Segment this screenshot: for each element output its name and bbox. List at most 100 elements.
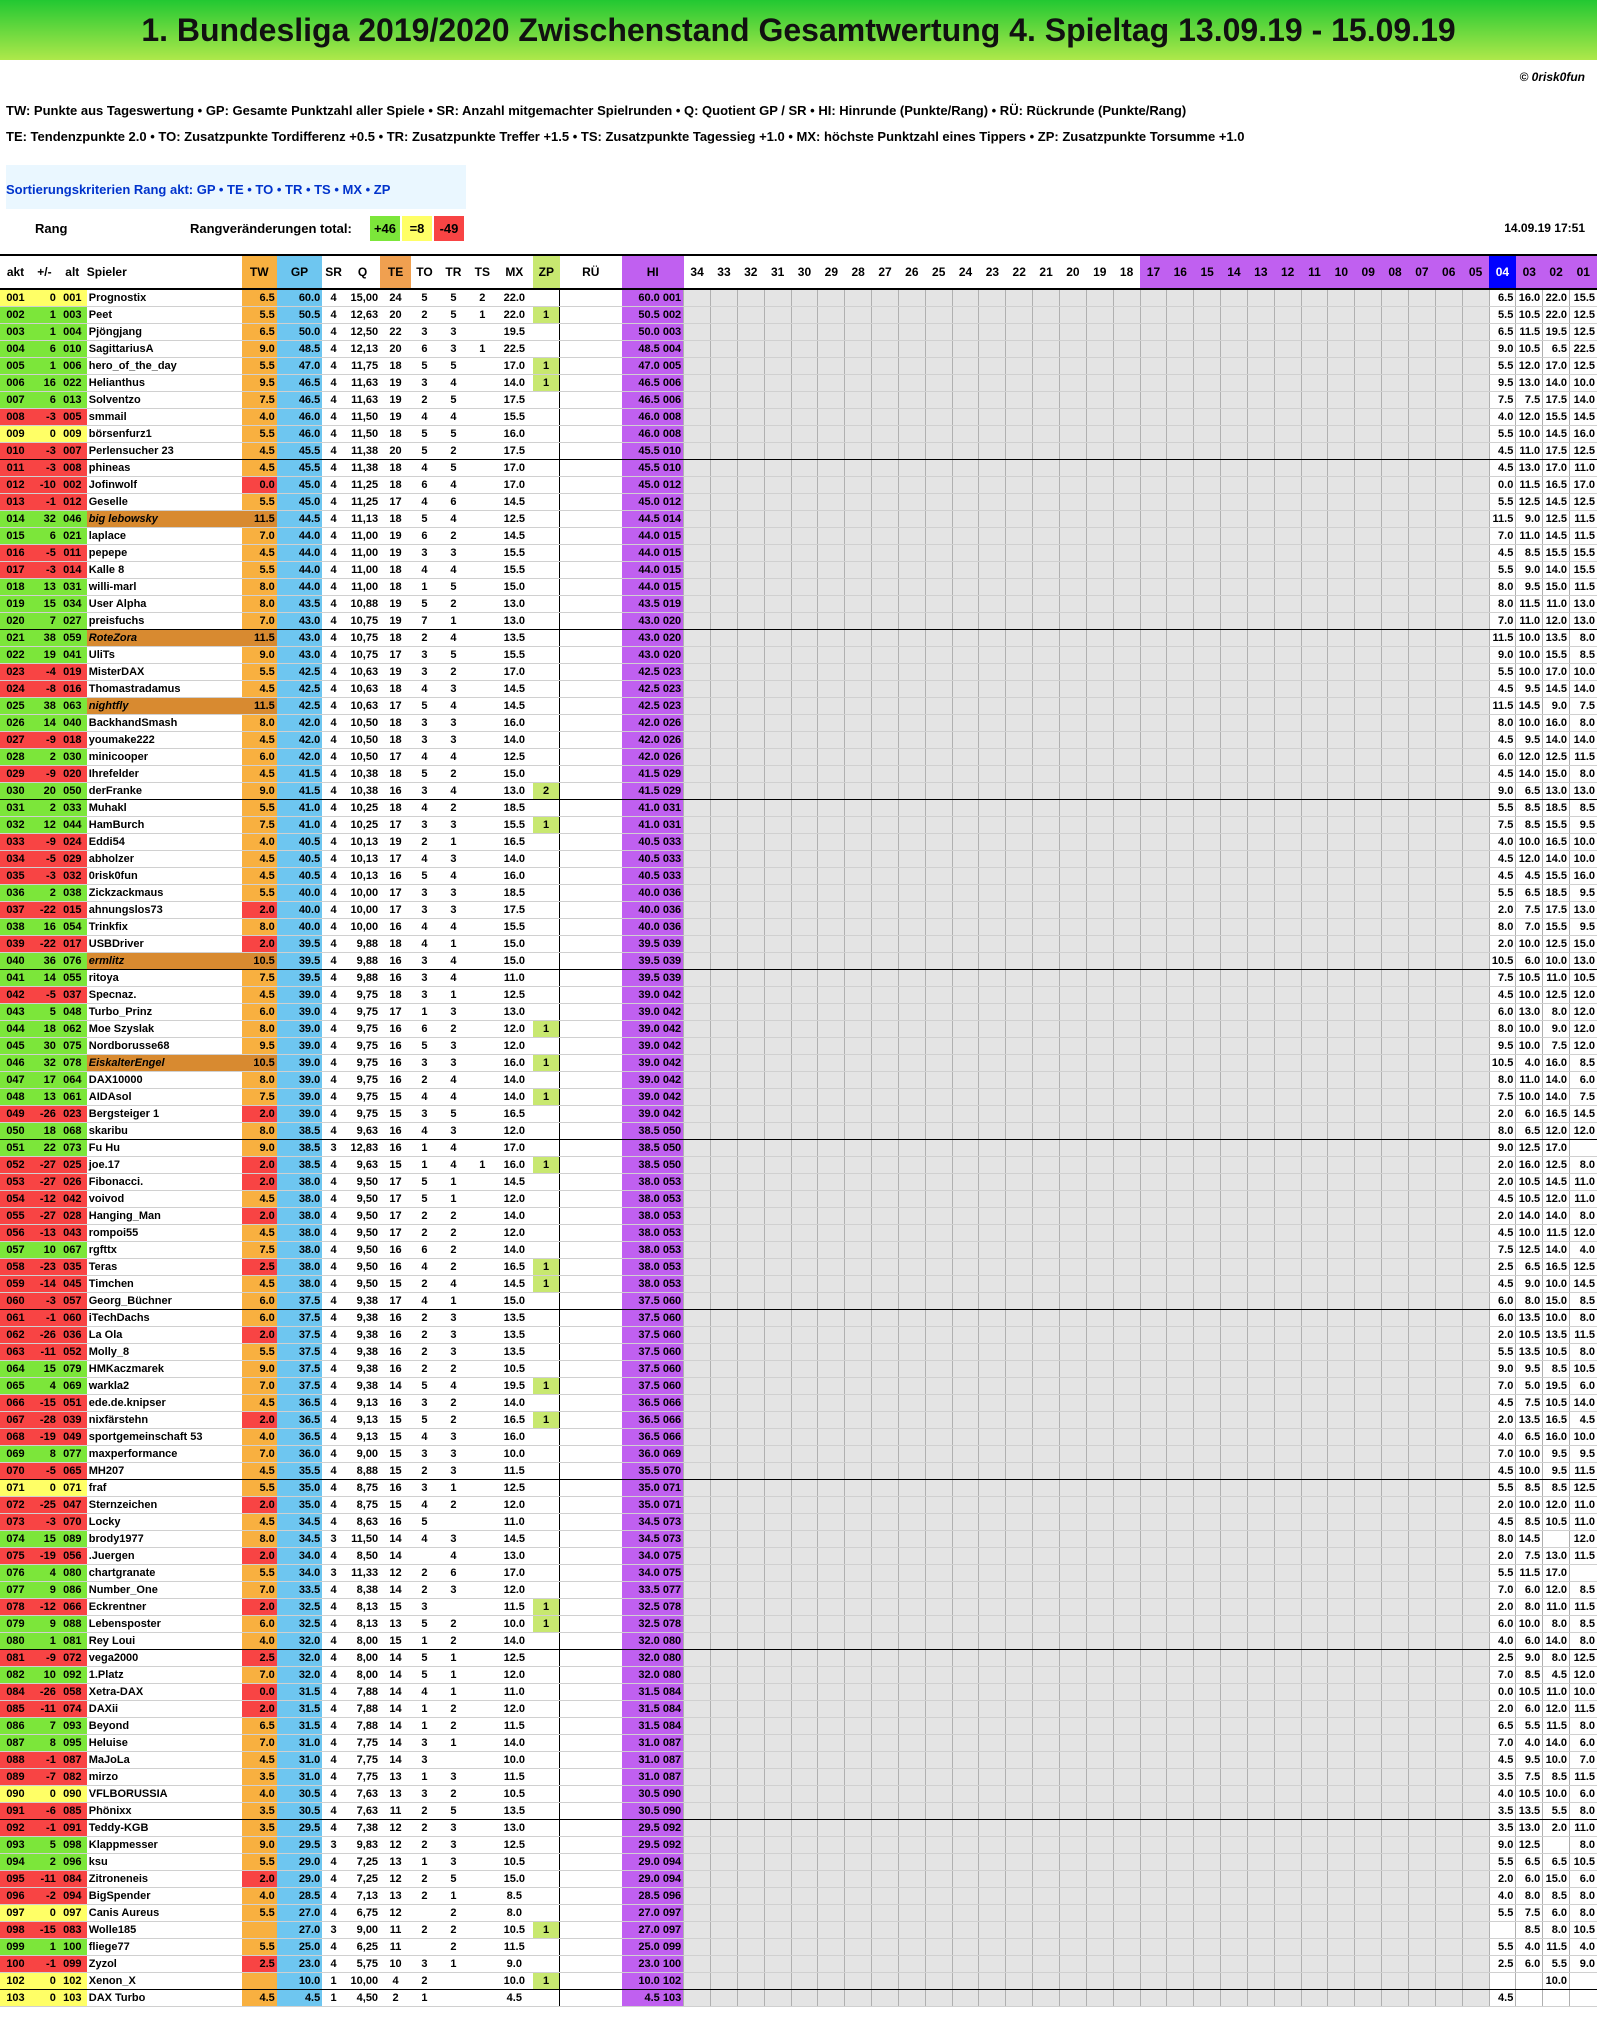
cell-spieltag-34 — [683, 527, 711, 545]
cell-gp-value: 45.0 — [276, 476, 323, 494]
cell-ru-value — [559, 1564, 622, 1582]
cell-spieltag-16 — [1166, 748, 1194, 766]
cell-spieltag-05 — [1461, 1275, 1489, 1293]
cell-spieltag-07 — [1407, 663, 1436, 681]
cell-ts-value — [468, 782, 496, 800]
cell-ts-value — [468, 663, 496, 681]
cell-spieltag-10 — [1327, 1836, 1355, 1854]
cell-prev-rank: 055 — [57, 969, 87, 987]
cell-to-value: 4 — [411, 1122, 438, 1140]
cell-spieltag-34 — [683, 323, 711, 341]
cell-to-value: 5 — [411, 1173, 438, 1191]
cell-spieltag-21 — [1032, 1292, 1060, 1310]
cell-prev-rank: 041 — [57, 646, 87, 664]
cell-spieltag-24 — [951, 578, 979, 596]
cell-spieltag-32 — [736, 901, 765, 919]
cell-spieltag-01: 8.0 — [1569, 629, 1597, 647]
cell-ru-value — [559, 1275, 622, 1293]
cell-spieltag-18 — [1112, 816, 1141, 834]
cell-mx-value: 16.0 — [495, 1054, 533, 1072]
cell-spieltag-12 — [1273, 1615, 1302, 1633]
cell-prev-rank: 071 — [57, 1479, 87, 1497]
cell-zp-value: 1 — [532, 1598, 560, 1616]
cell-spieltag-10 — [1327, 680, 1355, 698]
cell-spieltag-13 — [1246, 612, 1275, 630]
cell-spieltag-31 — [763, 306, 792, 324]
cell-spieltag-06 — [1434, 374, 1463, 392]
cell-spieltag-03: 12.5 — [1515, 1139, 1543, 1157]
cell-spieltag-06 — [1434, 1224, 1463, 1242]
cell-zp-value — [532, 1564, 560, 1582]
cell-spieltag-17 — [1139, 1190, 1167, 1208]
cell-spieltag-34 — [683, 714, 711, 732]
cell-rank-change: 38 — [30, 629, 58, 647]
cell-spieltag-28 — [844, 935, 872, 953]
cell-spieltag-01: 10.5 — [1569, 1360, 1597, 1378]
cell-spieltag-20 — [1059, 1258, 1087, 1276]
cell-spieltag-13 — [1246, 1802, 1275, 1820]
cell-player-name: Muhakl — [86, 799, 242, 817]
cell-hi-value: 39.0 042 — [621, 1105, 684, 1123]
cell-spieltag-18 — [1112, 357, 1141, 375]
cell-hi-value: 34.5 073 — [621, 1513, 684, 1531]
cell-spieltag-07 — [1407, 1581, 1436, 1599]
table-row: 035 -3 032 0risk0fun 4.5 40.5 4 10,13 16 5 4 16.0 40… — [0, 867, 1597, 885]
cell-spieltag-16 — [1166, 1054, 1194, 1072]
cell-spieltag-17 — [1139, 1020, 1167, 1038]
cell-spieltag-07 — [1407, 425, 1436, 443]
cell-spieltag-34 — [683, 1411, 711, 1429]
cell-spieltag-27 — [871, 1275, 899, 1293]
cell-spieltag-33 — [710, 850, 738, 868]
cell-spieltag-17 — [1139, 867, 1167, 885]
cell-spieltag-33 — [710, 646, 738, 664]
cell-spieltag-09 — [1354, 1054, 1382, 1072]
cell-spieltag-23 — [978, 1428, 1006, 1446]
cell-zp-value — [532, 1717, 560, 1735]
cell-spieltag-14 — [1220, 1071, 1248, 1089]
cell-ts-value — [468, 612, 496, 630]
cell-spieltag-06 — [1434, 833, 1463, 851]
cell-spieltag-19 — [1085, 1853, 1114, 1871]
cell-spieltag-27 — [871, 697, 899, 715]
cell-spieltag-04: 7.0 — [1488, 1377, 1516, 1395]
cell-spieltag-13 — [1246, 1751, 1275, 1769]
cell-spieltag-25 — [924, 1309, 953, 1327]
cell-spieltag-15 — [1193, 1326, 1221, 1344]
cell-sr-value: 4 — [322, 561, 345, 579]
cell-player-name: hero_of_the_day — [86, 357, 242, 375]
cell-te-value: 13 — [380, 1887, 412, 1905]
cell-spieltag-07 — [1407, 1547, 1436, 1565]
cell-spieltag-21 — [1032, 1649, 1060, 1667]
cell-rank: 091 — [0, 1802, 31, 1820]
cell-to-value: 3 — [411, 901, 438, 919]
cell-hi-value: 40.0 036 — [621, 901, 684, 919]
cell-spieltag-01: 11.5 — [1569, 1598, 1597, 1616]
cell-spieltag-05 — [1461, 561, 1489, 579]
cell-spieltag-11 — [1300, 1751, 1328, 1769]
cell-rank: 051 — [0, 1139, 31, 1157]
cell-spieltag-04: 4.5 — [1488, 1275, 1516, 1293]
cell-spieltag-10 — [1327, 1326, 1355, 1344]
cell-spieltag-34 — [683, 731, 711, 749]
cell-spieltag-08 — [1381, 1717, 1409, 1735]
cell-ts-value — [468, 561, 496, 579]
cell-spieltag-17 — [1139, 1326, 1167, 1344]
cell-te-value: 19 — [380, 612, 412, 630]
cell-te-value: 12 — [380, 1819, 412, 1837]
cell-spieltag-33 — [710, 1887, 738, 1905]
cell-hi-value: 43.0 020 — [621, 646, 684, 664]
cell-spieltag-16 — [1166, 527, 1194, 545]
cell-q-value: 9,75 — [344, 1020, 381, 1038]
cell-spieltag-30 — [790, 901, 818, 919]
cell-spieltag-09 — [1354, 289, 1382, 307]
cell-spieltag-05 — [1461, 1802, 1489, 1820]
cell-player-name: .Juergen — [86, 1547, 242, 1565]
column-header-spieltag-06: 06 — [1435, 254, 1463, 290]
cell-hi-value: 44.0 015 — [621, 527, 684, 545]
cell-rank-change: 7 — [30, 1717, 58, 1735]
cell-spieltag-07 — [1407, 340, 1436, 358]
cell-tr-value: 2 — [437, 1241, 469, 1259]
cell-gp-value: 39.5 — [276, 935, 323, 953]
cell-spieltag-16 — [1166, 1836, 1194, 1854]
cell-spieltag-07 — [1407, 918, 1436, 936]
